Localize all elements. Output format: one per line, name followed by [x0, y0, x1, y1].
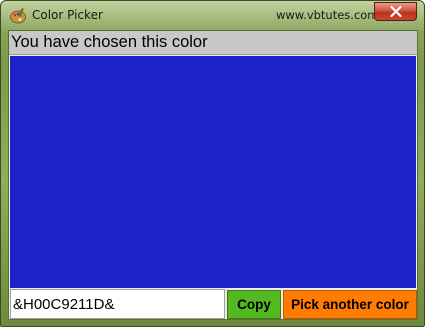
color-code-field[interactable] [10, 289, 225, 319]
site-url: www.vbtutes.com [276, 8, 379, 22]
client-area: You have chosen this color Copy Pick ano… [8, 30, 418, 320]
pick-another-color-button[interactable]: Pick another color [283, 290, 417, 319]
title-bar[interactable]: Color Picker www.vbtutes.com [1, 1, 424, 30]
color-picker-window: Color Picker www.vbtutes.com You have ch… [0, 0, 425, 327]
color-swatch [10, 56, 416, 288]
close-x-icon [389, 2, 402, 21]
copy-button[interactable]: Copy [227, 290, 281, 319]
close-button[interactable] [374, 2, 417, 21]
palette-icon [9, 7, 27, 25]
window-title: Color Picker [32, 8, 103, 22]
chosen-color-heading: You have chosen this color [9, 31, 417, 55]
